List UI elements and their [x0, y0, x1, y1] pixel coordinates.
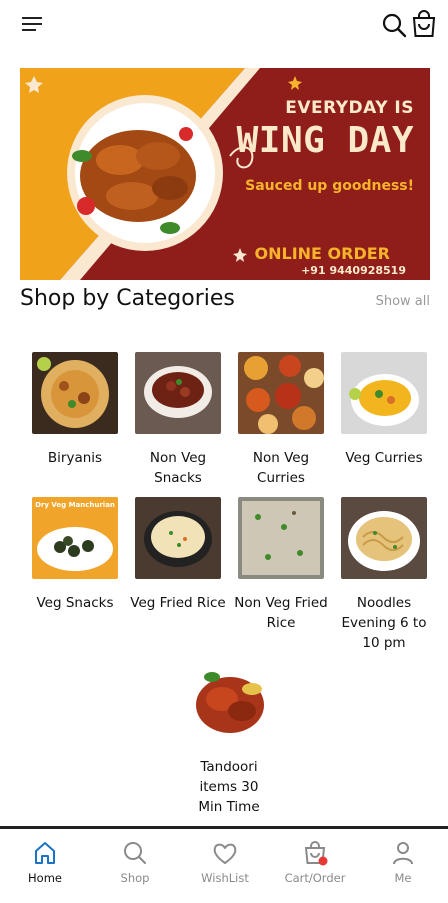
category-label: Non Veg Snacks — [149, 450, 207, 486]
heart-icon — [213, 843, 237, 864]
section-title: Shop by Categories — [20, 286, 235, 311]
nav-label: WishList — [201, 871, 249, 885]
category-image: Dry Veg Manchurian — [32, 497, 118, 579]
cart-button[interactable] — [408, 8, 440, 40]
category-tandoori[interactable]: Tandoori items 30 Min Time — [179, 661, 279, 817]
categories-header: Shop by Categories Show all — [20, 284, 430, 318]
search-icon — [382, 13, 407, 38]
category-non-veg-fried-rice[interactable]: Non Veg Fried Rice — [231, 497, 331, 633]
category-image — [32, 352, 118, 434]
nav-label: Home — [28, 871, 62, 885]
nav-label: Shop — [120, 871, 150, 885]
category-image — [238, 497, 324, 579]
top-bar — [0, 0, 448, 54]
banner-subline: Sauced up goodness! — [245, 178, 414, 194]
category-label: Veg Snacks — [36, 595, 114, 611]
shopping-bag-icon — [304, 841, 328, 866]
search-icon — [124, 842, 146, 864]
user-icon — [393, 842, 413, 865]
promo-banner[interactable]: EVERYDAY IS WING DAY Sauced up goodness!… — [20, 68, 430, 280]
category-label: Tandoori items 30 Min Time — [198, 759, 260, 815]
nav-cart-order[interactable]: Cart/Order — [270, 839, 360, 885]
thumb-caption: Dry Veg Manchurian — [35, 501, 115, 509]
category-biryanis[interactable]: Biryanis — [25, 352, 125, 468]
nav-shop[interactable]: Shop — [90, 839, 180, 885]
hamburger-icon — [22, 17, 42, 31]
banner-phone: +91 9440928519 — [301, 264, 406, 277]
category-veg-fried-rice[interactable]: Veg Fried Rice — [128, 497, 228, 613]
category-veg-snacks[interactable]: Dry Veg Manchurian Veg Snacks — [25, 497, 125, 613]
category-veg-curries[interactable]: Veg Curries — [334, 352, 434, 468]
shopping-bag-icon — [412, 10, 436, 37]
category-image — [186, 661, 272, 743]
search-button[interactable] — [379, 10, 409, 40]
show-all-link[interactable]: Show all — [376, 294, 430, 309]
nav-label: Cart/Order — [284, 871, 346, 885]
category-image — [135, 497, 221, 579]
category-image — [238, 352, 324, 434]
nav-home[interactable]: Home — [0, 839, 90, 885]
cart-badge-dot — [318, 856, 328, 866]
category-label: Non Veg Curries — [252, 450, 310, 486]
category-label: Noodles Evening 6 to 10 pm — [341, 595, 427, 651]
category-label: Biryanis — [47, 450, 103, 466]
category-noodles[interactable]: Noodles Evening 6 to 10 pm — [334, 497, 434, 653]
category-non-veg-curries[interactable]: Non Veg Curries — [231, 352, 331, 488]
nav-label: Me — [394, 871, 412, 885]
category-label: Veg Fried Rice — [130, 595, 226, 611]
nav-me[interactable]: Me — [358, 839, 448, 885]
home-icon — [35, 842, 55, 864]
menu-button[interactable] — [18, 10, 46, 38]
category-image — [341, 497, 427, 579]
banner-headline: WING DAY — [236, 120, 414, 161]
banner-order-label: ONLINE ORDER — [254, 244, 390, 263]
category-image — [341, 352, 427, 434]
category-non-veg-snacks[interactable]: Non Veg Snacks — [128, 352, 228, 488]
category-label: Non Veg Fried Rice — [234, 595, 328, 631]
category-label: Veg Curries — [345, 450, 423, 466]
nav-wishlist[interactable]: WishList — [180, 839, 270, 885]
banner-tagline: EVERYDAY IS — [285, 98, 414, 118]
category-image — [135, 352, 221, 434]
bottom-navigation: Home Shop WishList Cart/Order Me — [0, 826, 448, 903]
